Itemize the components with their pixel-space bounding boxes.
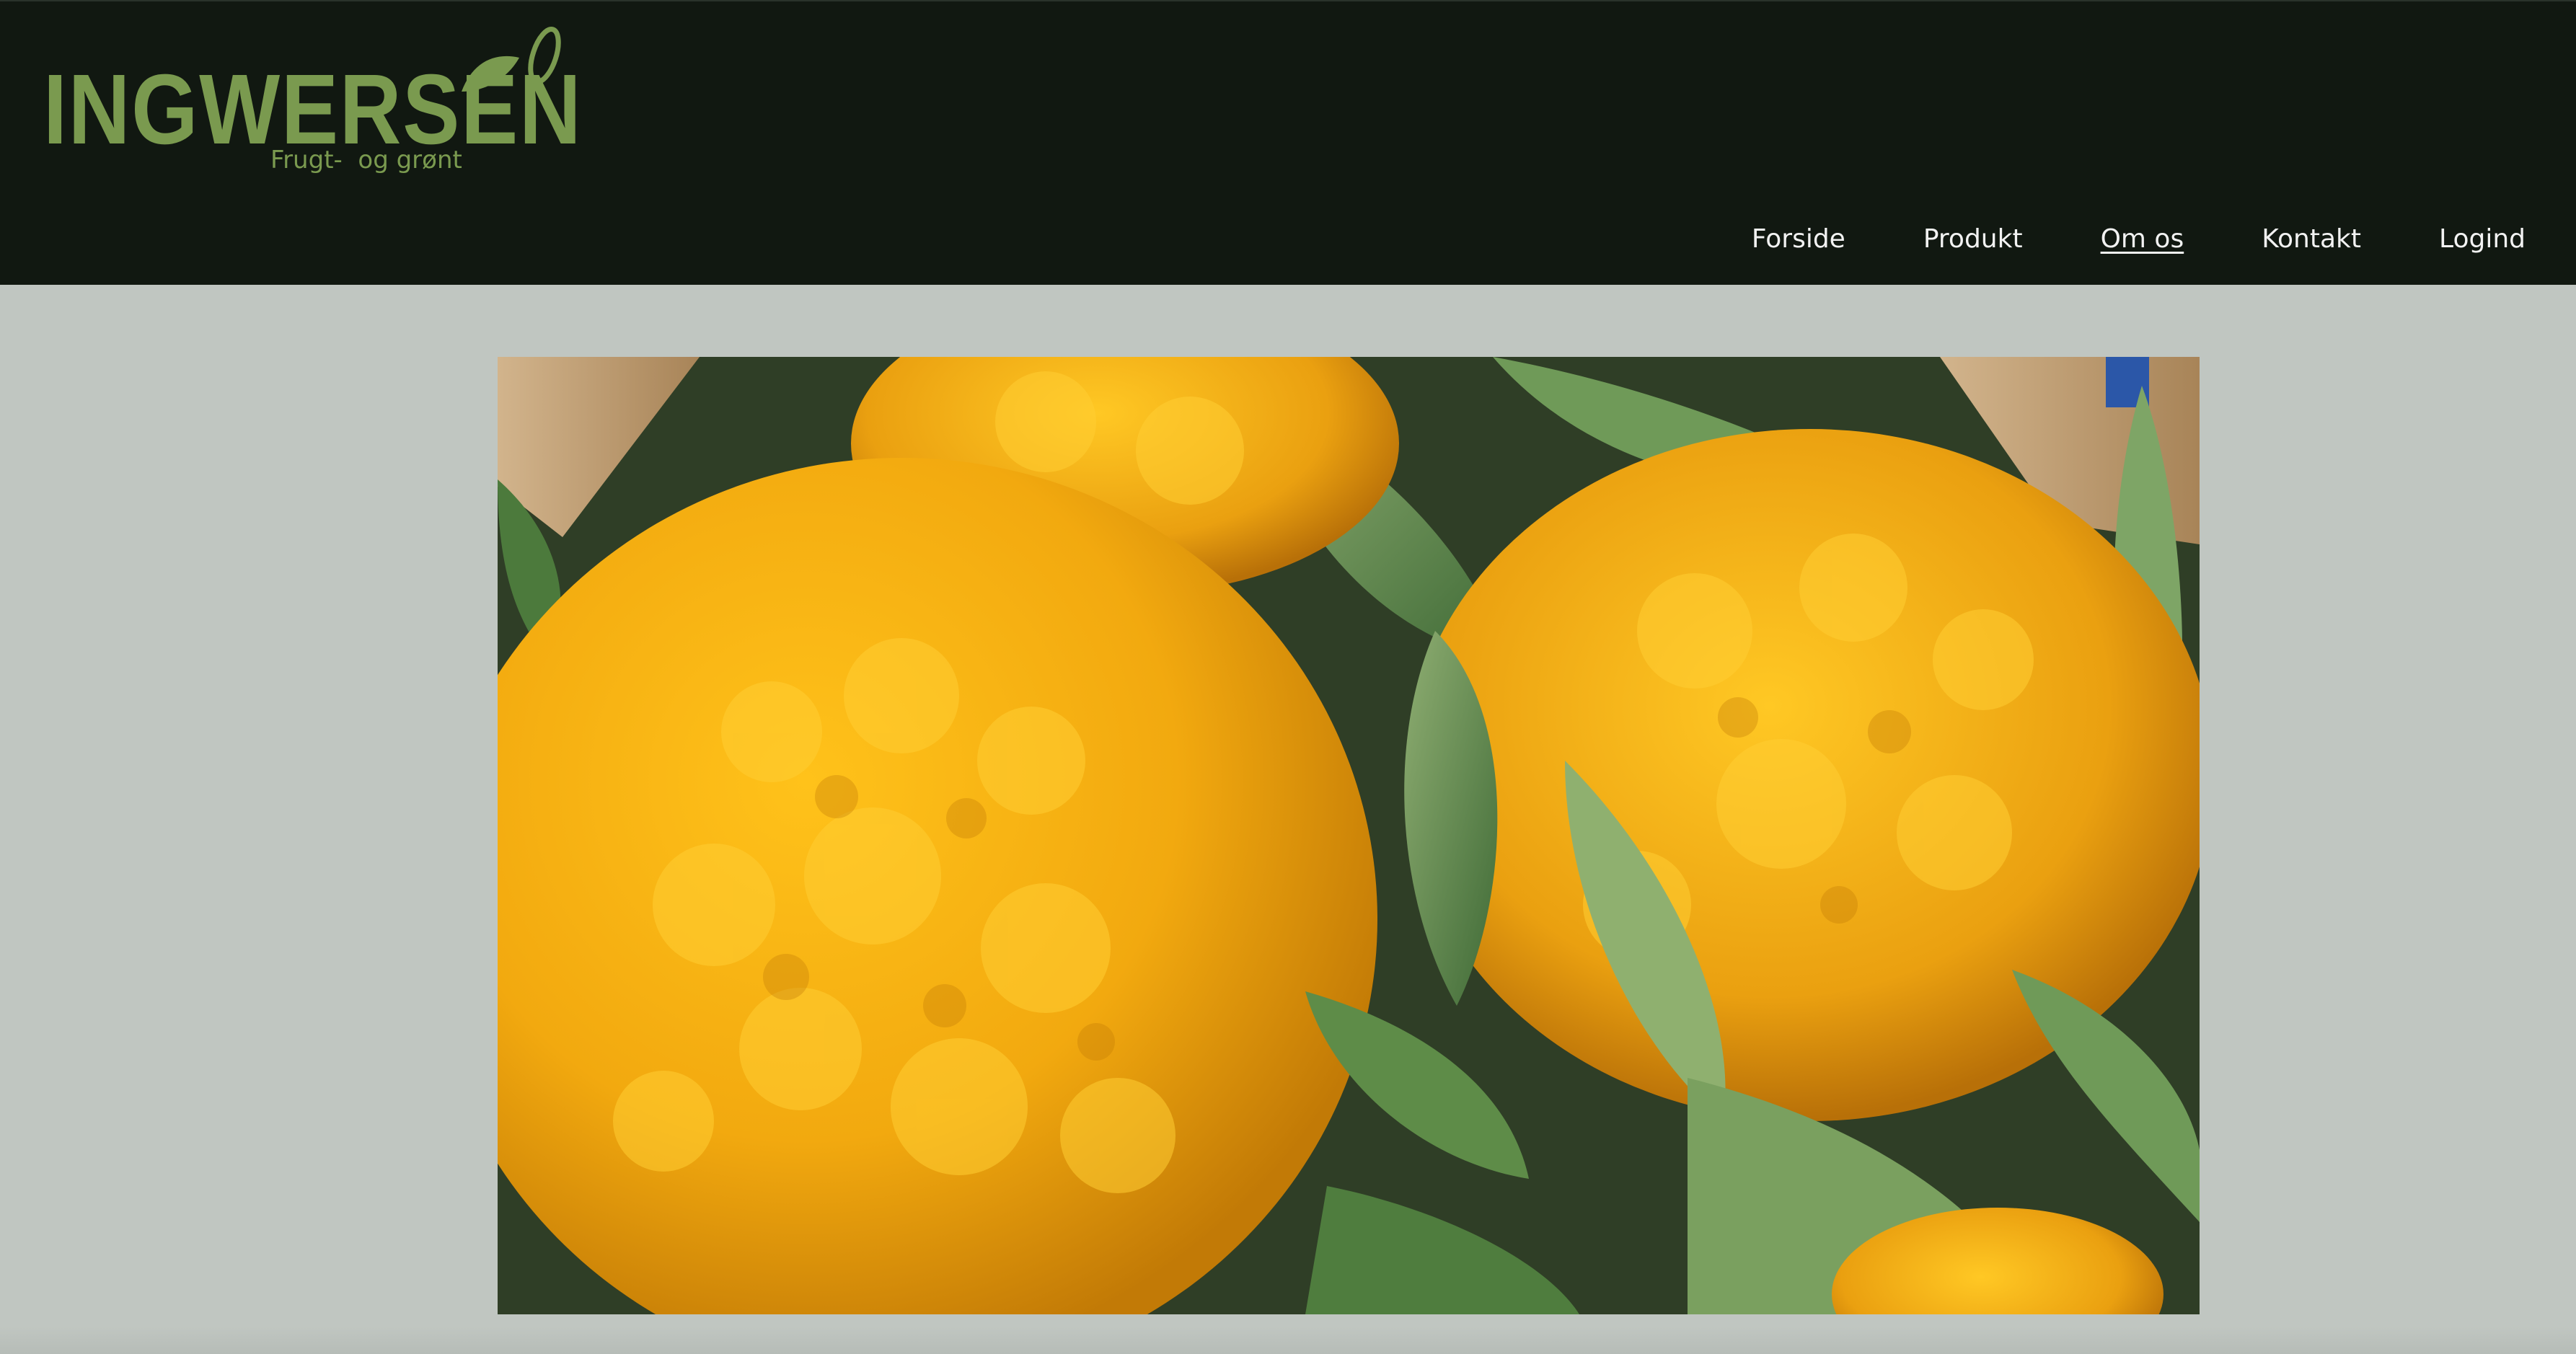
nav-produkt[interactable]: Produkt — [1923, 218, 2023, 261]
leaf-icon — [462, 27, 561, 92]
brand-logo[interactable]: INGWERSEN Frugt- og grønt — [43, 23, 581, 189]
nav-kontakt[interactable]: Kontakt — [2262, 218, 2361, 261]
page-bottom-shadow — [0, 1327, 2576, 1354]
nav-forside[interactable]: Forside — [1752, 218, 1845, 261]
nav-logind[interactable]: Logind — [2439, 218, 2526, 261]
main-nav: Forside Produkt Om os Kontakt Logind — [1752, 218, 2526, 261]
site-header: INGWERSEN Frugt- og grønt Forside Produk… — [0, 0, 2576, 285]
orange-cauliflower-photo — [498, 357, 2200, 1314]
hero-image — [498, 357, 2200, 1314]
nav-om-os[interactable]: Om os — [2101, 218, 2184, 261]
brand-tagline: Frugt- og grønt — [270, 146, 462, 174]
